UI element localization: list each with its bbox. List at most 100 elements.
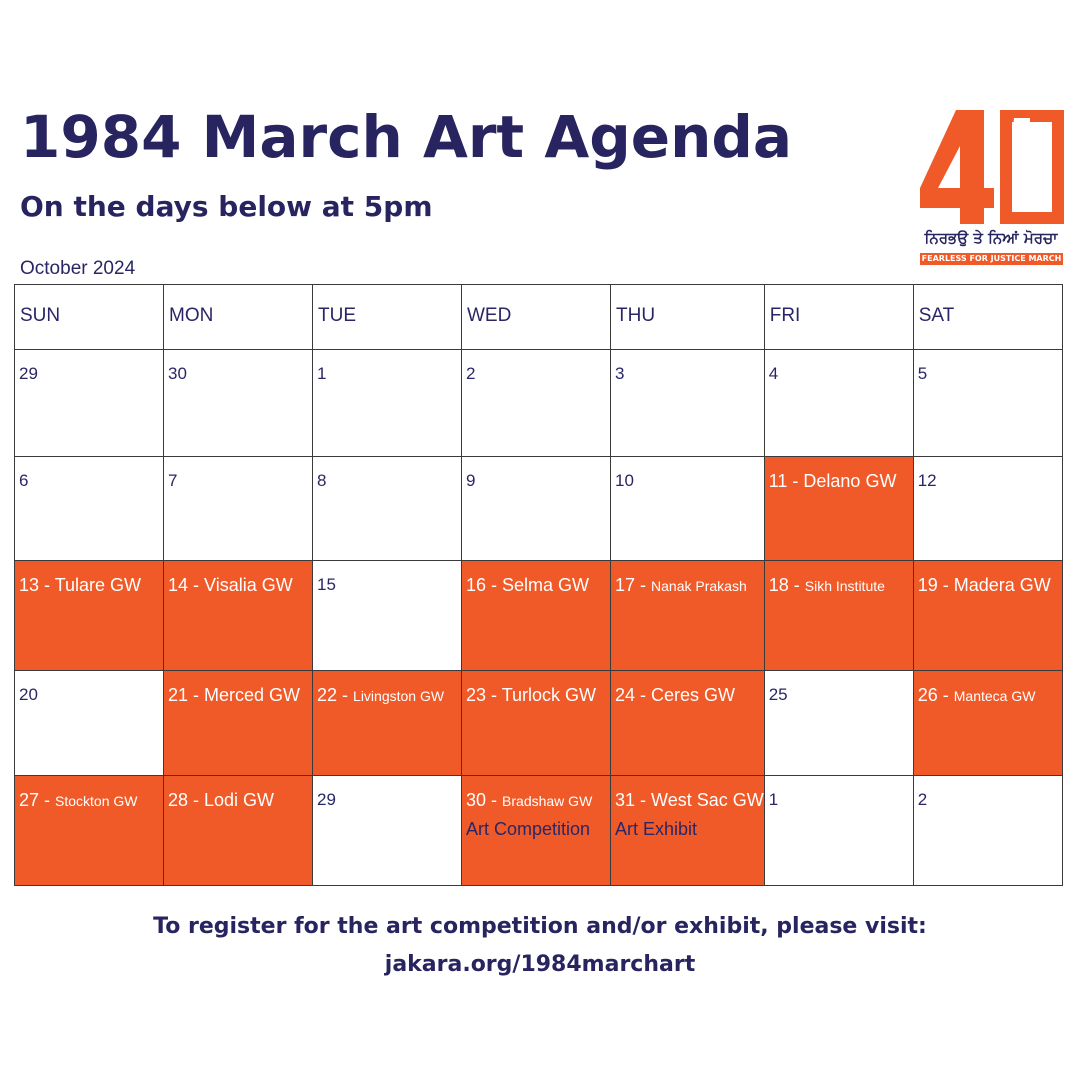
day-cell-content: 15 [314,562,461,596]
weekday-header-row: SUN MON TUE WED THU FRI SAT [14,284,1063,350]
day-number: 27 [19,790,40,810]
day-cell-content: 8 [314,458,461,492]
event-location-name: Nanak Prakash [651,578,747,594]
logo-punjabi-text: ਨਿਰਭਉ ਤੇ ਨਿਆਂ ਮੋਰਚਾ [924,229,1058,247]
day-number: 9 [466,471,476,490]
day-number: 6 [19,471,29,490]
day-cell-content: 31 - West Sac GW Art Exhibit [611,777,763,841]
page-subtitle: On the days below at 5pm [20,190,433,223]
weekday-header: TUE [312,284,462,350]
day-number: 12 [917,471,937,490]
event-location: - [486,790,503,810]
weekday-header: WED [461,284,611,350]
day-cell-content: 6 [16,458,163,492]
event-location-name: Livingston GW [353,688,445,704]
registration-link[interactable]: jakara.org/1984marchart [0,946,1080,984]
day-cell-content: 14 - Visalia GW [165,562,312,597]
event-location: - [337,685,354,705]
page-title: 1984 March Art Agenda [20,103,793,171]
day-number: 21 [168,685,189,705]
day-number: 29 [19,364,38,383]
day-number: 3 [615,364,625,383]
event-day-cell: 19 - Madera GW [912,560,1063,671]
day-cell: 7 [163,456,313,561]
day-cell-content: 22 - Livingston GW [314,672,461,707]
day-cell-content: 4 [765,351,912,385]
day-cell-content: 29 [16,351,163,385]
weekday-header: MON [163,284,313,350]
day-cell: 6 [14,456,164,561]
event-note: Art Competition [466,819,591,839]
event-location: - Ceres GW [635,685,736,705]
logo-band-text: FEARLESS FOR JUSTICE MARCH [920,253,1063,265]
day-cell-content: 30 [165,351,312,385]
event-day-cell: 16 - Selma GW [461,560,611,671]
day-cell-content: 26 - Manteca GW [914,672,1061,707]
event-location: - Lodi GW [188,790,275,810]
day-cell-content: 19 - Madera GW [914,562,1061,597]
day-cell-content: 25 [765,672,912,706]
day-number: 2 [917,790,928,809]
day-number: 28 [168,790,189,810]
event-location: - Delano GW [787,471,897,491]
day-cell: 25 [763,670,914,776]
day-number: 7 [168,471,178,490]
day-number: 5 [917,364,928,383]
day-number: 19 [917,575,938,595]
day-cell: 10 [610,456,765,561]
day-cell: 3 [610,349,765,457]
day-cell-content: 30 - Bradshaw GW Art Competition [463,777,610,841]
day-number: 23 [466,685,487,705]
day-number: 2 [466,364,476,383]
day-cell-content: 23 - Turlock GW [463,672,610,707]
day-cell-content: 27 - Stockton GW [16,777,163,812]
day-cell-content: 1 [314,351,461,385]
day-cell: 1 [763,775,914,886]
day-number: 15 [317,575,336,594]
day-number: 18 [768,575,789,595]
day-cell-content: 17 - Nanak Prakash [611,562,763,597]
day-number: 13 [19,575,40,595]
week-row: 20 21 - Merced GW 22 - Livingston GW 23 - T… [14,670,1063,776]
day-number: 1 [768,790,779,809]
registration-footer: To register for the art competition and/… [0,908,1080,984]
event-location: - [788,575,805,595]
day-cell: 9 [461,456,611,561]
event-day-cell: 26 - Manteca GW [912,670,1063,776]
day-cell-content: 29 [314,777,461,811]
day-number: 20 [19,685,38,704]
day-cell-content: 11 - Delano GW [765,458,912,493]
day-cell-content: 20 [16,672,163,706]
event-day-cell: 17 - Nanak Prakash [610,560,765,671]
day-cell-content: 10 [611,458,763,492]
day-number: 11 [768,471,788,491]
day-cell: 15 [312,560,462,671]
weekday-header: SUN [14,284,164,350]
event-location-name: Stockton GW [55,793,138,809]
day-number: 31 [615,790,636,810]
event-day-cell: 31 - West Sac GW Art Exhibit [610,775,765,886]
day-number: 16 [466,575,487,595]
event-location: - Visalia GW [188,575,293,595]
event-day-cell: 11 - Delano GW [763,456,914,561]
day-number: 4 [768,364,779,383]
event-location: - Selma GW [486,575,590,595]
day-cell: 20 [14,670,164,776]
day-cell-content: 2 [914,777,1061,811]
calendar-grid: SUN MON TUE WED THU FRI SAT 29 30 1 2 3 4 5 67… [14,284,1063,886]
day-number: 1 [317,364,327,383]
day-number: 29 [317,790,336,809]
day-cell: 2 [461,349,611,457]
day-cell: 1 [312,349,462,457]
event-day-cell: 21 - Merced GW [163,670,313,776]
event-day-cell: 30 - Bradshaw GW Art Competition [461,775,611,886]
day-cell: 12 [912,456,1063,561]
day-cell-content: 7 [165,458,312,492]
day-cell: 5 [912,349,1063,457]
day-number: 8 [317,471,327,490]
day-cell-content: 12 [914,458,1061,492]
event-day-cell: 24 - Ceres GW [610,670,765,776]
day-cell: 30 [163,349,313,457]
day-cell-content: 5 [914,351,1061,385]
week-row: 27 - Stockton GW 28 - Lodi GW 29 30 - Brads… [14,775,1063,886]
